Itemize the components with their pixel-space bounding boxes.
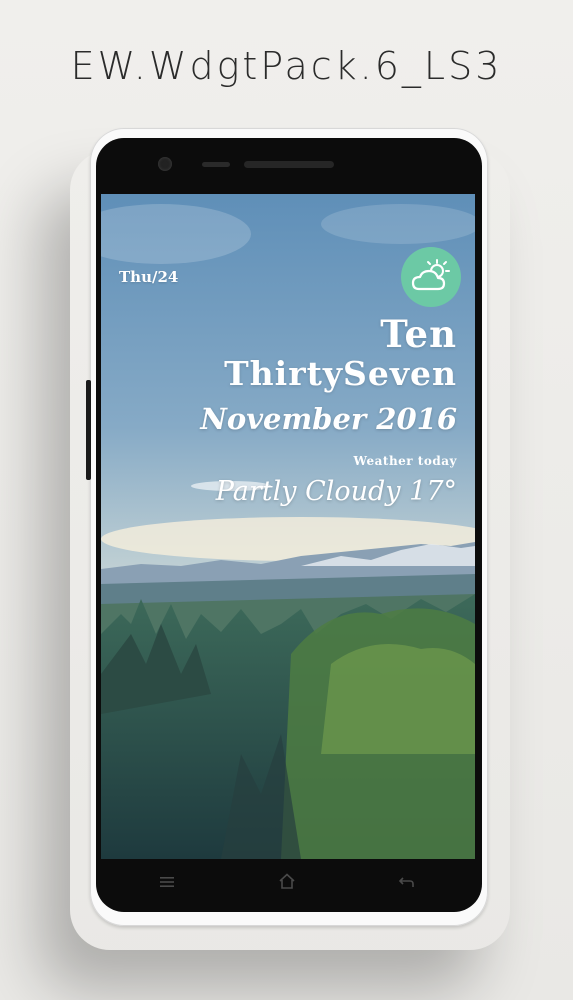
time-minute: ThirtySeven bbox=[224, 354, 457, 393]
menu-icon[interactable] bbox=[157, 874, 177, 894]
month-year: November 2016 bbox=[200, 402, 457, 436]
pack-title: EW.WdgtPack.6_LS3 bbox=[70, 44, 503, 88]
partly-cloudy-icon bbox=[411, 259, 450, 291]
side-button bbox=[86, 380, 91, 480]
lock-screen: Thu/24 Ten ThirtySeven November 2016 Wea… bbox=[101, 194, 475, 859]
showcase-page: EW.WdgtPack.6_LS3 Thu/24 Ten ThirtySeven… bbox=[0, 0, 573, 1000]
front-camera-icon bbox=[158, 157, 172, 171]
widget-date: Thu/24 bbox=[119, 268, 179, 286]
proximity-sensor bbox=[202, 162, 230, 167]
earpiece-speaker bbox=[244, 161, 334, 168]
weather-condition: Partly Cloudy 17° bbox=[215, 476, 457, 507]
weather-icon-badge[interactable] bbox=[401, 247, 461, 307]
home-icon[interactable] bbox=[277, 872, 297, 892]
back-icon[interactable] bbox=[397, 874, 417, 894]
navigation-bar bbox=[101, 860, 475, 908]
weather-label: Weather today bbox=[353, 454, 457, 468]
time-hour: Ten bbox=[380, 312, 457, 356]
